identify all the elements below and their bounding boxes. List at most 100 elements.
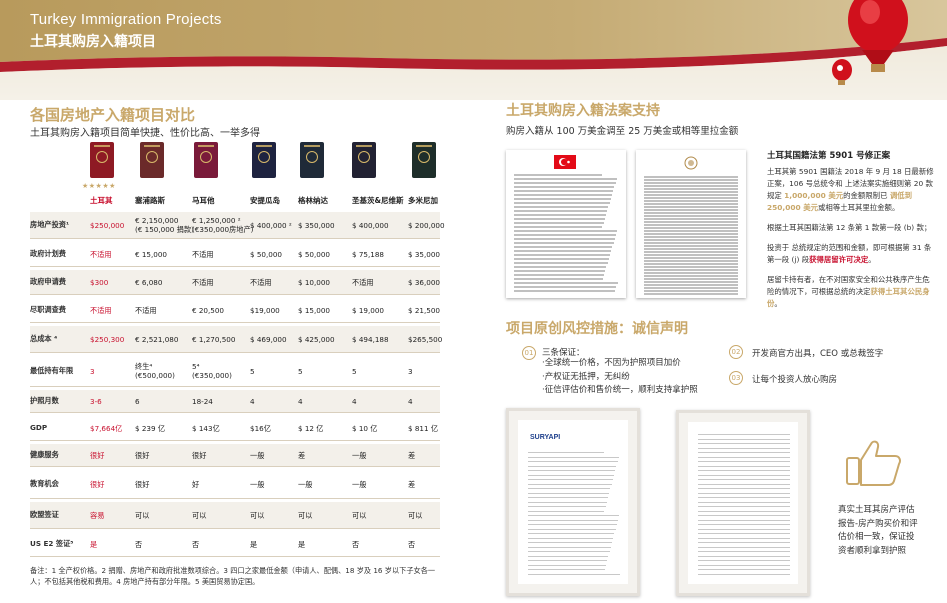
- document-text-line: [644, 281, 738, 283]
- table-cell: 容易: [90, 510, 105, 520]
- table-cell: 一般: [250, 479, 265, 489]
- passport-text-mark: [144, 145, 160, 147]
- document-text-line: [514, 266, 607, 268]
- table-row: 健康服务 很好 很好 很好 一般 差 一般 差: [30, 444, 440, 466]
- table-cell: $300: [90, 277, 109, 287]
- document-text-line: [514, 238, 615, 240]
- document-text-line: [514, 218, 605, 220]
- table-cell: 一般: [352, 479, 367, 489]
- document-text-line: [514, 210, 608, 212]
- document-text-line: [514, 286, 617, 288]
- document-text-line: [698, 569, 790, 570]
- table-cell: 差: [298, 450, 306, 460]
- table-cell: 5⁴ (€350,000): [192, 362, 232, 380]
- document-text-line: [698, 434, 790, 435]
- document-text-line: [698, 452, 790, 453]
- document-text-line: [528, 501, 607, 503]
- document-text-line: [514, 234, 616, 236]
- document-text-line: [644, 242, 738, 244]
- document-text-line: [644, 254, 738, 256]
- document-text-line: [698, 510, 790, 512]
- document-text-line: [514, 214, 606, 216]
- document-text-line: [644, 269, 738, 271]
- table-cell: € 2,150,000 (€ 150,000 捐款): [135, 216, 194, 234]
- table-cell: $ 35,000: [408, 249, 441, 259]
- document-text-line: [644, 287, 738, 289]
- document-text-line: [644, 293, 738, 295]
- document-text-line: [528, 488, 611, 489]
- table-cell: $ 15,000: [298, 305, 331, 315]
- document-text-line: [698, 564, 790, 566]
- table-cell: 5: [352, 366, 357, 376]
- document-text-line: [698, 524, 790, 525]
- table-cell: 5: [250, 366, 255, 376]
- document-text-line: [644, 227, 738, 229]
- document-text-line: [644, 203, 738, 205]
- passport-text-mark: [416, 145, 432, 147]
- passport-image: [300, 142, 324, 178]
- document-text-line: [644, 230, 738, 232]
- row-divider: [30, 294, 440, 295]
- column-header: 安提瓜岛: [250, 196, 280, 205]
- table-cell: 4: [250, 396, 255, 406]
- table-cell: $ 811 亿: [408, 423, 439, 433]
- table-cell: 不适用: [192, 277, 214, 287]
- table-cell: 不适用: [90, 249, 112, 259]
- risk-number-2: 02: [729, 345, 743, 359]
- header-title: Turkey Immigration Projects: [30, 11, 222, 28]
- table-cell: 很好: [90, 479, 105, 489]
- document-text-line: [514, 222, 604, 224]
- document-text-line: [528, 542, 612, 543]
- document-text-line: [528, 533, 615, 534]
- risk-1-item: ·产权证无抵押，无纠纷: [542, 371, 630, 382]
- risk-1-item: ·全球统一价格，不因为护照项目加价: [542, 358, 681, 368]
- row-divider: [30, 352, 440, 353]
- row-divider: [30, 266, 440, 267]
- table-cell: $ 400,000: [352, 220, 389, 230]
- document-text-line: [528, 470, 616, 471]
- row-divider: [30, 322, 440, 323]
- document-text-line: [514, 190, 614, 192]
- document-text-line: [528, 483, 612, 485]
- document-text-line: [698, 470, 790, 471]
- document-text-line: [644, 221, 738, 223]
- document-text-line: [514, 278, 603, 280]
- table-cell: 4: [352, 396, 357, 406]
- table-cell: 可以: [352, 510, 367, 520]
- document-text-line: [528, 551, 610, 552]
- passport-image: [90, 142, 114, 178]
- table-row: 政府申请费 $300 € 6,080 不适用 不适用 $ 10,000 不适用 $ 36,00…: [30, 270, 440, 294]
- table-cell: 不适用: [250, 277, 272, 287]
- row-label: 尽职调查费: [30, 305, 66, 314]
- table-cell: € 20,500: [192, 305, 225, 315]
- document-text-line: [644, 176, 738, 178]
- column-header: 多米尼加: [408, 196, 438, 205]
- document-text-line: [528, 474, 614, 476]
- table-cell: $ 75,188: [352, 249, 385, 259]
- table-cell: $ 10 亿: [352, 423, 378, 433]
- row-divider: [30, 528, 440, 529]
- table-cell: € 6,080: [135, 277, 163, 287]
- row-divider: [30, 238, 440, 239]
- row-divider: [30, 556, 440, 557]
- table-cell: 不适用: [90, 305, 112, 315]
- column-header: 土耳其: [90, 196, 113, 205]
- table-cell: $ 143亿: [192, 423, 220, 433]
- document-text-line: [644, 212, 738, 214]
- risk-1-item: ·征信评估价和售价统一，顺利支持拿护照: [542, 385, 698, 395]
- document-text-line: [528, 519, 618, 521]
- column-header: 格林纳达: [298, 196, 328, 205]
- table-cell: 一般: [352, 450, 367, 460]
- row-divider: [30, 440, 440, 441]
- document-text-line: [644, 245, 738, 247]
- law-body: 土耳其第 5901 国籍法 2018 年 9 月 18 日最新修正案，106 号…: [767, 166, 935, 318]
- law-paragraph-1: 土耳其第 5901 国籍法 2018 年 9 月 18 日最新修正案，106 号…: [767, 167, 934, 212]
- table-row: 欧盟签证 容易 可以 可以 可以 可以 可以 可以: [30, 502, 440, 528]
- document-text-line: [528, 497, 608, 498]
- table-cell: $ 12 亿: [298, 423, 324, 433]
- table-cell: $ 200,000: [408, 220, 445, 230]
- document-text-line: [528, 510, 605, 512]
- row-label: 欧盟签证: [30, 510, 59, 519]
- document-text-line: [644, 266, 738, 268]
- passport-text-mark: [356, 145, 372, 147]
